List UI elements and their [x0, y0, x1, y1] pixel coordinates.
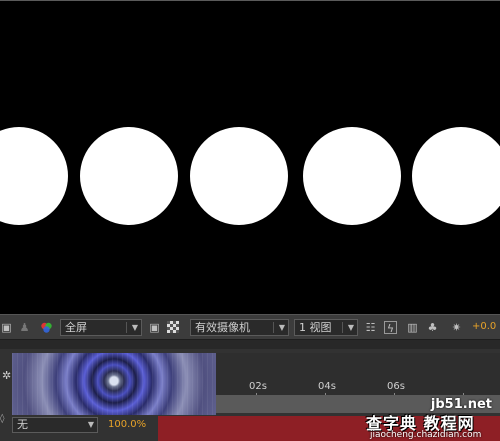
white-circle [190, 127, 288, 225]
transparency-grid-icon[interactable] [166, 321, 179, 334]
time-tick-label: 04s [318, 381, 336, 392]
composition-viewer[interactable] [0, 0, 500, 314]
region-of-interest-icon[interactable]: ▣ [148, 321, 161, 334]
chevron-down-icon: ▼ [87, 420, 94, 429]
color-channels-icon[interactable] [40, 321, 53, 334]
dropdown-separator [273, 322, 274, 333]
time-tick-label: 02s [249, 381, 267, 392]
time-ruler[interactable]: 02s 04s 06s [216, 353, 500, 399]
viewer-toolbar: ▣ ♟ 全屏 ▼ ▣ 有效摄像机 ▼ 1 视图 ▼ ☷ ϟ ▥ ♣ ✷ +0.0 [0, 314, 500, 340]
resolution-dropdown[interactable]: 全屏 ▼ [60, 319, 142, 336]
star-icon: ✲ [2, 369, 12, 382]
fast-preview-icon[interactable]: ϟ [384, 321, 397, 335]
chevron-down-icon: ▼ [347, 323, 354, 332]
white-circle [0, 127, 68, 225]
show-snapshot-icon[interactable]: ♟ [18, 321, 31, 334]
exposure-value[interactable]: +0.0 [472, 321, 496, 332]
view-layout-dropdown[interactable]: 1 视图 ▼ [294, 319, 358, 336]
resolution-value: 全屏 [65, 321, 87, 334]
time-tick-label: 06s [387, 381, 405, 392]
panel-divider [0, 340, 500, 349]
snapshot-camera-icon[interactable]: ▣ [0, 321, 13, 334]
white-circle [80, 127, 178, 225]
watermark-url: jiaocheng.chazidian.com [370, 430, 482, 440]
chevron-down-icon: ▼ [278, 323, 285, 332]
white-circle [303, 127, 401, 225]
exposure-icon[interactable]: ✷ [450, 321, 463, 334]
viewer-top-edge [0, 0, 500, 1]
chevron-down-icon: ▼ [131, 323, 138, 332]
dropdown-separator [342, 322, 343, 333]
footage-thumbnail [12, 353, 216, 415]
zoom-value[interactable]: 100.0% [108, 419, 146, 430]
watermark: jb51.net 查字典 教程网 jiaocheng.chazidian.com [360, 393, 500, 441]
view-layout-value: 1 视图 [299, 321, 332, 334]
switch-icon[interactable]: ◊ [0, 414, 12, 426]
pixel-aspect-icon[interactable]: ☷ [364, 321, 377, 334]
dropdown-separator [126, 322, 127, 333]
motion-blur-dropdown[interactable]: 无 ▼ [12, 417, 98, 433]
camera-dropdown[interactable]: 有效摄像机 ▼ [190, 319, 289, 336]
white-circle [412, 127, 500, 225]
camera-value: 有效摄像机 [195, 321, 250, 334]
timeline-icon[interactable]: ▥ [406, 321, 419, 334]
flowchart-icon[interactable]: ♣ [426, 321, 439, 334]
motion-blur-value: 无 [17, 418, 28, 431]
